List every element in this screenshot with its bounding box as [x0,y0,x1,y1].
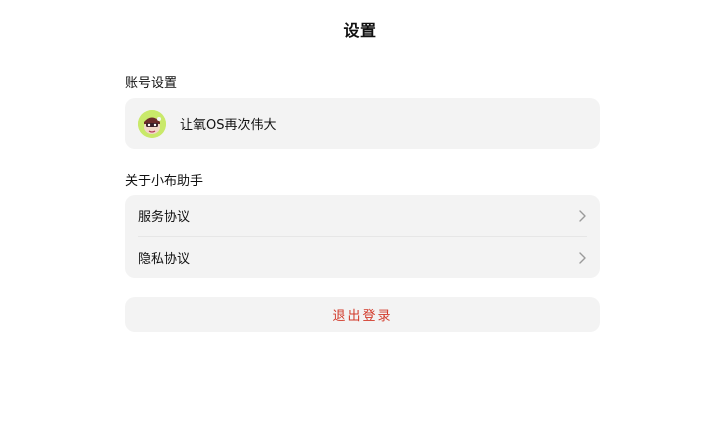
about-section-label: 关于小布助手 [125,174,204,189]
page-title: 设置 [343,21,377,40]
account-username: 让氧OS再次伟大 [180,118,277,133]
chevron-right-icon [579,251,586,264]
avatar [138,109,166,138]
account-card[interactable]: 让氧OS再次伟大 [125,98,600,149]
privacy-policy-label: 隐私协议 [138,252,191,267]
account-section-label: 账号设置 [125,76,178,91]
logout-button[interactable]: 退出登录 [125,297,600,332]
cartoon-avatar-icon [138,109,166,138]
chevron-right-icon [579,209,586,222]
about-card: 服务协议 隐私协议 [125,195,600,278]
service-agreement-item[interactable]: 服务协议 [125,195,600,236]
privacy-policy-item[interactable]: 隐私协议 [125,237,600,278]
service-agreement-label: 服务协议 [138,210,191,225]
settings-page: 设置 账号设置 让氧OS再次伟大 关于小布助手 服务协议 隐私协议 退出登录 [0,0,720,440]
